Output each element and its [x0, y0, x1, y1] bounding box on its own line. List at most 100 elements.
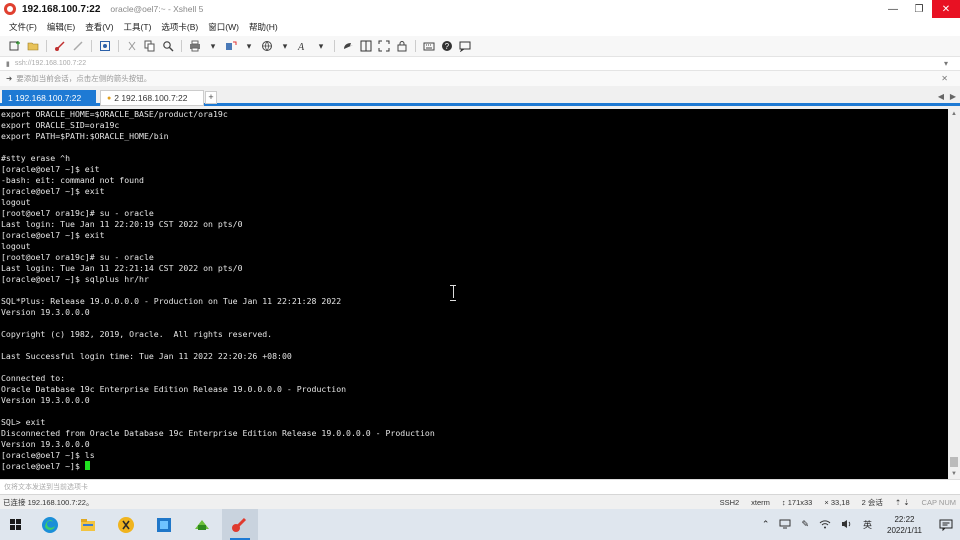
input-language-indicator[interactable]: 英: [863, 518, 872, 531]
add-session-arrow-icon[interactable]: ➜: [6, 74, 12, 83]
terminal-type: xterm: [751, 497, 770, 507]
terminal-output[interactable]: export ORACLE_HOME=$ORACLE_BASE/product/…: [0, 109, 948, 479]
terminal-line: Last login: Tue Jan 11 22:21:14 CST 2022…: [1, 263, 243, 273]
window-subtitle: oracle@oel7:~ - Xshell 5: [110, 4, 204, 14]
address-bar[interactable]: ▮ ssh://192.168.100.7:22 ▾: [0, 56, 960, 70]
notification-center-icon[interactable]: [932, 509, 960, 540]
session-nav-icon[interactable]: ⇡ ⇣: [895, 498, 910, 507]
terminal-scrollbar[interactable]: ▲ ▼: [948, 109, 960, 479]
terminal-app-taskbar-icon[interactable]: [184, 509, 220, 540]
windows-logo-icon: [9, 519, 21, 530]
open-folder-icon[interactable]: [27, 40, 39, 52]
clock-time: 22:22: [894, 514, 915, 524]
terminal-line: export ORACLE_HOME=$ORACLE_BASE/product/…: [1, 109, 228, 119]
toolbar-separator: [181, 40, 182, 52]
tab-scroll-right-icon[interactable]: ▶: [950, 92, 956, 101]
tab-session-2[interactable]: ● 2 192.168.100.7:22: [100, 90, 204, 106]
windows-start-button[interactable]: [0, 509, 30, 540]
file-explorer-taskbar-icon[interactable]: [70, 509, 106, 540]
fullscreen-icon[interactable]: [378, 40, 390, 52]
chevron-down-icon[interactable]: ▾: [207, 40, 219, 52]
cursor-position-text: 33,18: [830, 497, 850, 507]
scroll-down-icon[interactable]: ▼: [948, 469, 960, 479]
toolbar-separator: [46, 40, 47, 52]
chevron-down-icon[interactable]: ▾: [279, 40, 291, 52]
volume-icon[interactable]: [841, 519, 853, 531]
address-text: ssh://192.168.100.7:22: [14, 60, 87, 67]
network-icon[interactable]: [779, 519, 791, 531]
chat-icon[interactable]: [459, 40, 471, 52]
terminal-line: Last login: Tue Jan 11 22:20:19 CST 2022…: [1, 219, 243, 229]
tab-session-1[interactable]: 1 192.168.100.7:22: [2, 90, 96, 106]
terminal-line: Version 19.3.0.0.0: [1, 307, 90, 317]
lock-icon[interactable]: [396, 40, 408, 52]
session-hint-bar: ➜ 要添加当前会话，点击左侧的箭头按钮。 ✕: [0, 70, 960, 86]
menu-tabs[interactable]: 选项卡(B): [156, 21, 203, 33]
copy-icon[interactable]: [144, 40, 156, 52]
properties-icon[interactable]: [99, 40, 111, 52]
session-count: 2 会话: [861, 497, 883, 507]
connection-status: 已连接 192.168.100.7:22。: [3, 497, 94, 507]
terminal-prompt-line[interactable]: [oracle@oel7 ~]$: [1, 461, 948, 472]
title-bar: 192.168.100.7:22 oracle@oel7:~ - Xshell …: [0, 0, 960, 18]
menu-help[interactable]: 帮助(H): [244, 21, 283, 33]
minimize-button[interactable]: —: [880, 0, 906, 18]
scroll-thumb[interactable]: [950, 457, 958, 467]
tab-label: 1 192.168.100.7:22: [8, 93, 82, 103]
edge-taskbar-icon[interactable]: [32, 509, 68, 540]
window-controls: — ❐ ✕: [880, 0, 960, 18]
menu-window[interactable]: 窗口(W): [203, 21, 244, 33]
cut-icon[interactable]: [126, 40, 138, 52]
menu-view[interactable]: 查看(V): [80, 21, 118, 33]
xftp-taskbar-icon[interactable]: [108, 509, 144, 540]
tab-label: 2 192.168.100.7:22: [114, 93, 188, 103]
new-tab-button[interactable]: +: [205, 91, 217, 104]
taskbar-clock[interactable]: 22:22 2022/1/11: [887, 514, 922, 536]
protocol-status: SSH2: [719, 497, 740, 507]
svg-text:A: A: [297, 42, 305, 52]
print-icon[interactable]: [189, 40, 201, 52]
globe-icon[interactable]: [261, 40, 273, 52]
close-button[interactable]: ✕: [932, 0, 960, 18]
chevron-down-icon[interactable]: ▾: [944, 59, 948, 68]
new-session-icon[interactable]: [9, 40, 21, 52]
tray-expand-icon[interactable]: ⌃: [762, 519, 770, 530]
wifi-icon[interactable]: [819, 519, 831, 531]
chevron-down-icon[interactable]: ▾: [315, 40, 327, 52]
keyboard-icon[interactable]: [423, 40, 435, 52]
terminal-line: SQL> exit: [1, 417, 46, 427]
xshell-taskbar-icon[interactable]: [222, 509, 258, 540]
restore-button[interactable]: ❐: [906, 0, 932, 18]
scroll-up-icon[interactable]: ▲: [948, 109, 960, 119]
disconnect-icon[interactable]: [72, 40, 84, 52]
terminal-line: [oracle@oel7 ~]$ exit: [1, 186, 105, 196]
connect-icon[interactable]: [54, 40, 66, 52]
virtualbox-taskbar-icon[interactable]: [146, 509, 182, 540]
toolbar: ▾ ▾ ▾ A ▾ ?: [0, 36, 960, 56]
system-tray: ⌃ ✎ 英 22:22 2022/1/11: [757, 509, 960, 540]
chevron-down-icon[interactable]: ▾: [243, 40, 255, 52]
transfer-icon[interactable]: [225, 40, 237, 52]
terminal-line: Connected to:: [1, 373, 66, 383]
layout-icon[interactable]: [360, 40, 372, 52]
tab-scroll-left-icon[interactable]: ◀: [938, 92, 944, 101]
font-icon[interactable]: A: [297, 40, 309, 52]
menu-edit[interactable]: 编辑(E): [42, 21, 80, 33]
pen-icon[interactable]: ✎: [801, 519, 809, 530]
compose-input[interactable]: 仅将文本发送到当前选项卡: [0, 479, 960, 494]
menu-tools[interactable]: 工具(T): [119, 21, 157, 33]
compose-input-placeholder: 仅将文本发送到当前选项卡: [4, 484, 88, 491]
toolbar-separator: [334, 40, 335, 52]
close-icon[interactable]: ✕: [941, 74, 948, 83]
text-cursor-icon: [449, 285, 457, 301]
terminal-line: [oracle@oel7 ~]$ eit: [1, 164, 100, 174]
terminal-line: #stty erase ^h: [1, 153, 71, 163]
menu-file[interactable]: 文件(F): [4, 21, 42, 33]
find-icon[interactable]: [162, 40, 174, 52]
terminal-line: logout: [1, 241, 31, 251]
help-icon[interactable]: ?: [441, 40, 453, 52]
script-icon[interactable]: [342, 40, 354, 52]
xshell-app-icon[interactable]: [4, 3, 16, 15]
